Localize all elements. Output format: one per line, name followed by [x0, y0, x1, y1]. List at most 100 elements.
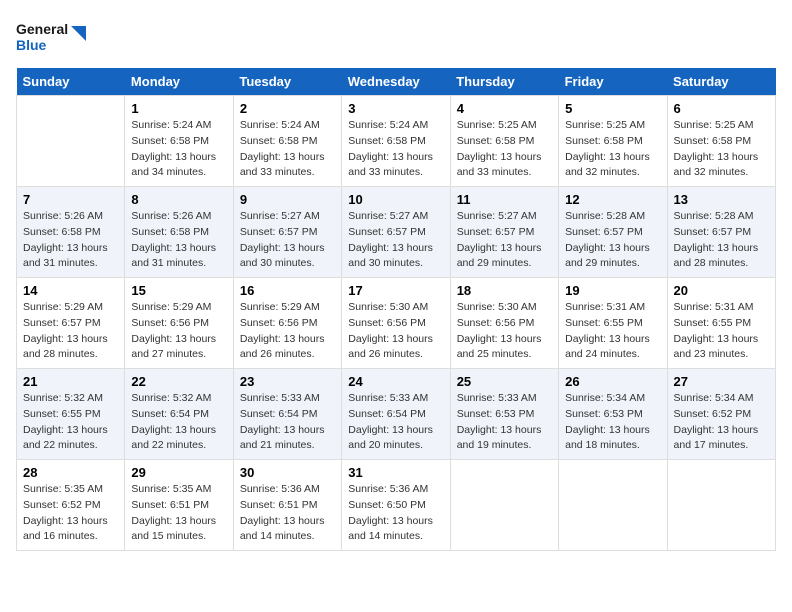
- day-number: 8: [131, 192, 226, 207]
- calendar-cell: 9 Sunrise: 5:27 AM Sunset: 6:57 PM Daylig…: [233, 187, 341, 278]
- day-number: 7: [23, 192, 118, 207]
- calendar-cell: [17, 96, 125, 187]
- header-row: SundayMondayTuesdayWednesdayThursdayFrid…: [17, 68, 776, 96]
- calendar-cell: 26 Sunrise: 5:34 AM Sunset: 6:53 PM Dayli…: [559, 369, 667, 460]
- day-number: 19: [565, 283, 660, 298]
- day-number: 2: [240, 101, 335, 116]
- day-info: Sunrise: 5:30 AM Sunset: 6:56 PM Dayligh…: [348, 300, 443, 363]
- calendar-cell: 13 Sunrise: 5:28 AM Sunset: 6:57 PM Dayli…: [667, 187, 775, 278]
- day-info: Sunrise: 5:26 AM Sunset: 6:58 PM Dayligh…: [23, 209, 118, 272]
- day-info: Sunrise: 5:28 AM Sunset: 6:57 PM Dayligh…: [674, 209, 769, 272]
- week-row-4: 21Sunrise: 5:32 AM Sunset: 6:55 PM Dayli…: [17, 369, 776, 460]
- calendar-cell: 10 Sunrise: 5:27 AM Sunset: 6:57 PM Dayli…: [342, 187, 450, 278]
- calendar-cell: 15 Sunrise: 5:29 AM Sunset: 6:56 PM Dayli…: [125, 278, 233, 369]
- calendar-cell: 11 Sunrise: 5:27 AM Sunset: 6:57 PM Dayli…: [450, 187, 558, 278]
- day-number: 18: [457, 283, 552, 298]
- calendar-header: SundayMondayTuesdayWednesdayThursdayFrid…: [17, 68, 776, 96]
- day-info: Sunrise: 5:27 AM Sunset: 6:57 PM Dayligh…: [240, 209, 335, 272]
- day-info: Sunrise: 5:27 AM Sunset: 6:57 PM Dayligh…: [348, 209, 443, 272]
- day-number: 24: [348, 374, 443, 389]
- day-info: Sunrise: 5:24 AM Sunset: 6:58 PM Dayligh…: [131, 118, 226, 181]
- calendar-cell: 3 Sunrise: 5:24 AM Sunset: 6:58 PM Daylig…: [342, 96, 450, 187]
- calendar-table: SundayMondayTuesdayWednesdayThursdayFrid…: [16, 68, 776, 551]
- logo: GeneralBlue: [16, 16, 86, 56]
- calendar-cell: 4 Sunrise: 5:25 AM Sunset: 6:58 PM Daylig…: [450, 96, 558, 187]
- header-cell-saturday: Saturday: [667, 68, 775, 96]
- day-number: 3: [348, 101, 443, 116]
- calendar-cell: 8 Sunrise: 5:26 AM Sunset: 6:58 PM Daylig…: [125, 187, 233, 278]
- calendar-cell: 17 Sunrise: 5:30 AM Sunset: 6:56 PM Dayli…: [342, 278, 450, 369]
- calendar-cell: 7 Sunrise: 5:26 AM Sunset: 6:58 PM Daylig…: [17, 187, 125, 278]
- day-number: 30: [240, 465, 335, 480]
- header-cell-sunday: Sunday: [17, 68, 125, 96]
- calendar-cell: 31Sunrise: 5:36 AM Sunset: 6:50 PM Dayli…: [342, 460, 450, 551]
- day-number: 11: [457, 192, 552, 207]
- day-number: 22: [131, 374, 226, 389]
- page-header: GeneralBlue: [16, 16, 776, 56]
- day-info: Sunrise: 5:34 AM Sunset: 6:52 PM Dayligh…: [674, 391, 769, 454]
- day-number: 14: [23, 283, 118, 298]
- calendar-cell: 30Sunrise: 5:36 AM Sunset: 6:51 PM Dayli…: [233, 460, 341, 551]
- calendar-cell: 24 Sunrise: 5:33 AM Sunset: 6:54 PM Dayli…: [342, 369, 450, 460]
- day-info: Sunrise: 5:29 AM Sunset: 6:56 PM Dayligh…: [131, 300, 226, 363]
- day-number: 21: [23, 374, 118, 389]
- calendar-cell: 18 Sunrise: 5:30 AM Sunset: 6:56 PM Dayli…: [450, 278, 558, 369]
- day-number: 13: [674, 192, 769, 207]
- header-cell-thursday: Thursday: [450, 68, 558, 96]
- logo-svg: GeneralBlue: [16, 16, 86, 56]
- svg-text:General: General: [16, 21, 68, 37]
- day-info: Sunrise: 5:24 AM Sunset: 6:58 PM Dayligh…: [240, 118, 335, 181]
- day-number: 17: [348, 283, 443, 298]
- day-number: 20: [674, 283, 769, 298]
- day-info: Sunrise: 5:32 AM Sunset: 6:54 PM Dayligh…: [131, 391, 226, 454]
- calendar-cell: 14 Sunrise: 5:29 AM Sunset: 6:57 PM Dayli…: [17, 278, 125, 369]
- day-info: Sunrise: 5:33 AM Sunset: 6:53 PM Dayligh…: [457, 391, 552, 454]
- calendar-cell: 12Sunrise: 5:28 AM Sunset: 6:57 PM Dayli…: [559, 187, 667, 278]
- week-row-1: 1 Sunrise: 5:24 AM Sunset: 6:58 PM Daylig…: [17, 96, 776, 187]
- day-info: Sunrise: 5:31 AM Sunset: 6:55 PM Dayligh…: [674, 300, 769, 363]
- calendar-cell: 28 Sunrise: 5:35 AM Sunset: 6:52 PM Dayli…: [17, 460, 125, 551]
- calendar-cell: 27 Sunrise: 5:34 AM Sunset: 6:52 PM Dayli…: [667, 369, 775, 460]
- day-number: 16: [240, 283, 335, 298]
- day-info: Sunrise: 5:24 AM Sunset: 6:58 PM Dayligh…: [348, 118, 443, 181]
- week-row-5: 28 Sunrise: 5:35 AM Sunset: 6:52 PM Dayli…: [17, 460, 776, 551]
- week-row-3: 14 Sunrise: 5:29 AM Sunset: 6:57 PM Dayli…: [17, 278, 776, 369]
- day-info: Sunrise: 5:30 AM Sunset: 6:56 PM Dayligh…: [457, 300, 552, 363]
- day-number: 29: [131, 465, 226, 480]
- day-info: Sunrise: 5:25 AM Sunset: 6:58 PM Dayligh…: [457, 118, 552, 181]
- day-info: Sunrise: 5:25 AM Sunset: 6:58 PM Dayligh…: [565, 118, 660, 181]
- day-info: Sunrise: 5:36 AM Sunset: 6:50 PM Dayligh…: [348, 482, 443, 545]
- calendar-cell: 6Sunrise: 5:25 AM Sunset: 6:58 PM Daylig…: [667, 96, 775, 187]
- day-number: 12: [565, 192, 660, 207]
- calendar-cell: 16 Sunrise: 5:29 AM Sunset: 6:56 PM Dayli…: [233, 278, 341, 369]
- calendar-cell: 29Sunrise: 5:35 AM Sunset: 6:51 PM Dayli…: [125, 460, 233, 551]
- calendar-cell: 5Sunrise: 5:25 AM Sunset: 6:58 PM Daylig…: [559, 96, 667, 187]
- day-info: Sunrise: 5:29 AM Sunset: 6:56 PM Dayligh…: [240, 300, 335, 363]
- day-number: 27: [674, 374, 769, 389]
- day-number: 28: [23, 465, 118, 480]
- day-info: Sunrise: 5:33 AM Sunset: 6:54 PM Dayligh…: [240, 391, 335, 454]
- day-info: Sunrise: 5:33 AM Sunset: 6:54 PM Dayligh…: [348, 391, 443, 454]
- calendar-cell: 21Sunrise: 5:32 AM Sunset: 6:55 PM Dayli…: [17, 369, 125, 460]
- day-number: 23: [240, 374, 335, 389]
- day-info: Sunrise: 5:35 AM Sunset: 6:52 PM Dayligh…: [23, 482, 118, 545]
- header-cell-monday: Monday: [125, 68, 233, 96]
- day-number: 10: [348, 192, 443, 207]
- day-number: 26: [565, 374, 660, 389]
- day-number: 1: [131, 101, 226, 116]
- day-info: Sunrise: 5:26 AM Sunset: 6:58 PM Dayligh…: [131, 209, 226, 272]
- header-cell-friday: Friday: [559, 68, 667, 96]
- calendar-cell: [667, 460, 775, 551]
- day-number: 9: [240, 192, 335, 207]
- calendar-cell: [450, 460, 558, 551]
- day-number: 4: [457, 101, 552, 116]
- calendar-cell: 2 Sunrise: 5:24 AM Sunset: 6:58 PM Daylig…: [233, 96, 341, 187]
- day-info: Sunrise: 5:34 AM Sunset: 6:53 PM Dayligh…: [565, 391, 660, 454]
- calendar-cell: 25Sunrise: 5:33 AM Sunset: 6:53 PM Dayli…: [450, 369, 558, 460]
- day-info: Sunrise: 5:31 AM Sunset: 6:55 PM Dayligh…: [565, 300, 660, 363]
- day-info: Sunrise: 5:29 AM Sunset: 6:57 PM Dayligh…: [23, 300, 118, 363]
- calendar-cell: [559, 460, 667, 551]
- calendar-cell: 19 Sunrise: 5:31 AM Sunset: 6:55 PM Dayli…: [559, 278, 667, 369]
- day-number: 15: [131, 283, 226, 298]
- day-info: Sunrise: 5:27 AM Sunset: 6:57 PM Dayligh…: [457, 209, 552, 272]
